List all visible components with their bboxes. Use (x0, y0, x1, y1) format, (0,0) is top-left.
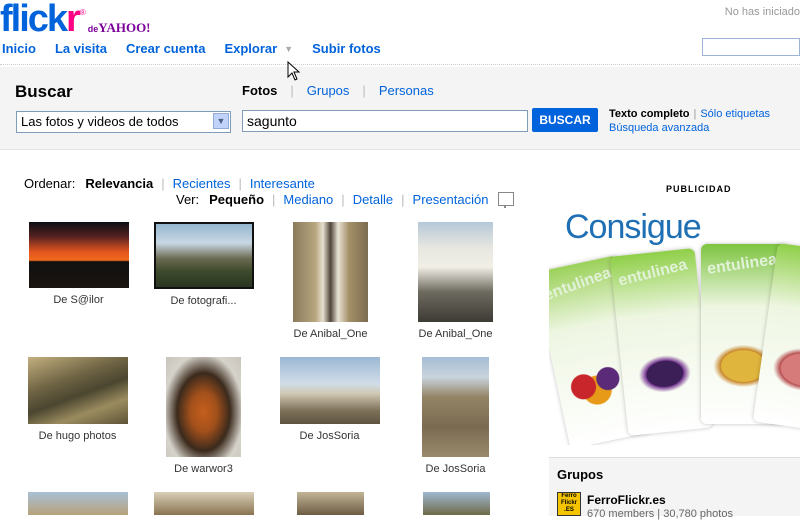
package-brand: entulinea (706, 251, 779, 278)
logo-registered: ® (79, 8, 86, 17)
photo-result: De hugo photos (15, 357, 140, 442)
photo-owner[interactable]: De S@ilor (16, 294, 141, 306)
groups-panel: Grupos Ferro Flickr .ES FerroFlickr.es 6… (549, 457, 800, 520)
view-label: Ver: (176, 192, 200, 207)
tab-fotos[interactable]: Fotos (242, 83, 277, 98)
tab-separator: | (290, 83, 294, 98)
main-nav: Inicio La visita Crear cuenta Explorar ▼… (2, 41, 400, 59)
tab-separator: | (362, 83, 366, 98)
groups-heading: Grupos (557, 467, 604, 482)
photo-result: De JosSoria (393, 357, 518, 475)
ad-banner[interactable]: Consigue entulinea entulinea entulinea c… (549, 200, 800, 445)
mode-full-text[interactable]: Texto completo (609, 108, 689, 120)
group-name-link[interactable]: FerroFlickr.es (587, 493, 666, 507)
search-scope-select[interactable]: Las fotos y videos de todos ▼ (16, 111, 231, 133)
nav-inicio[interactable]: Inicio (2, 41, 36, 59)
tab-grupos[interactable]: Grupos (307, 83, 350, 98)
package-brand: entulinea (616, 256, 689, 290)
photo-thumbnail[interactable] (418, 222, 493, 322)
header-search-input[interactable] (702, 38, 800, 56)
photo-result: De fotografi... (141, 222, 266, 307)
photo-thumbnail[interactable] (297, 492, 364, 515)
package-food-image (619, 339, 711, 409)
nav-explorar[interactable]: Explorar (224, 41, 277, 59)
photo-thumbnail[interactable] (423, 492, 490, 515)
nav-divider (0, 64, 800, 65)
package-brand: entulinea (549, 264, 614, 305)
mouse-cursor-icon (287, 61, 301, 81)
sort-relevancia[interactable]: Relevancia (85, 176, 153, 191)
view-detalle[interactable]: Detalle (353, 192, 393, 207)
view-mediano[interactable]: Mediano (283, 192, 333, 207)
sort-row: Ordenar: Relevancia | Recientes | Intere… (24, 176, 315, 191)
sort-separator: | (161, 176, 165, 191)
photo-result: De Anibal_One (268, 222, 393, 340)
sort-interesante[interactable]: Interesante (250, 176, 315, 191)
photo-thumbnail[interactable] (279, 357, 380, 424)
photo-owner[interactable]: De Anibal_One (393, 328, 518, 340)
mode-separator: | (693, 108, 697, 120)
logo-de: de (87, 24, 99, 34)
photo-owner[interactable]: De Anibal_One (268, 328, 393, 340)
nav-crear-cuenta[interactable]: Crear cuenta (126, 41, 205, 59)
signin-status: No has iniciado (724, 6, 800, 18)
mode-tags-only[interactable]: Sólo etiquetas (700, 108, 770, 120)
view-separator: | (341, 192, 345, 207)
photo-thumbnail[interactable] (422, 357, 489, 457)
photo-thumbnail[interactable] (28, 222, 129, 288)
photo-result: De Anibal_One (393, 222, 518, 340)
tab-personas[interactable]: Personas (379, 83, 434, 98)
chevron-down-icon[interactable]: ▼ (284, 44, 293, 59)
logo-flick: flick (0, 0, 68, 40)
dropdown-arrow-icon[interactable]: ▼ (213, 113, 229, 129)
photo-result: De JosSoria (267, 357, 392, 442)
photo-thumbnail[interactable] (27, 357, 128, 424)
search-input[interactable]: sagunto (242, 110, 528, 132)
view-presentacion[interactable]: Presentación (413, 192, 489, 207)
search-modes: Texto completo | Sólo etiquetas Búsqueda a… (609, 107, 770, 135)
photo-thumbnail[interactable] (293, 222, 368, 322)
group-stats: 670 members | 30,780 photos (587, 508, 733, 520)
ad-headline: Consigue (565, 208, 702, 246)
photo-thumbnail[interactable] (166, 357, 241, 457)
search-button[interactable]: BUSCAR (532, 108, 598, 132)
ad-product-package: entulinea (609, 248, 714, 436)
view-separator: | (401, 192, 405, 207)
logo-r: r (66, 0, 81, 40)
photo-thumbnail[interactable] (153, 222, 254, 289)
search-title: Buscar (15, 82, 73, 101)
search-query-text: sagunto (247, 113, 297, 129)
view-separator: | (272, 192, 276, 207)
sort-recientes[interactable]: Recientes (173, 176, 231, 191)
photo-result: De S@ilor (16, 222, 141, 306)
sort-separator: | (238, 176, 242, 191)
advanced-search-link[interactable]: Búsqueda avanzada (609, 122, 709, 134)
nav-la-visita[interactable]: La visita (55, 41, 107, 59)
search-type-tabs: Fotos | Grupos | Personas (242, 83, 434, 98)
photo-owner[interactable]: De JosSoria (267, 430, 392, 442)
search-scope-value: Las fotos y videos de todos (21, 114, 179, 129)
photo-owner[interactable]: De JosSoria (393, 463, 518, 475)
flickr-logo[interactable]: flick r ® de YAHOO! (0, 0, 151, 40)
photo-owner[interactable]: De hugo photos (15, 430, 140, 442)
advertising-label: PUBLICIDAD (666, 184, 732, 194)
yahoo-logo: YAHOO! (98, 20, 151, 35)
slideshow-icon[interactable] (498, 191, 515, 208)
view-row: Ver: Pequeño | Mediano | Detalle | Prese… (176, 191, 515, 208)
photo-owner[interactable]: De fotografi... (141, 295, 266, 307)
view-pequeno[interactable]: Pequeño (209, 192, 264, 207)
group-icon[interactable]: Ferro Flickr .ES (557, 492, 581, 516)
photo-owner[interactable]: De warwor3 (141, 463, 266, 475)
photo-thumbnail[interactable] (154, 492, 254, 515)
sort-label: Ordenar: (24, 176, 76, 191)
photo-result: De warwor3 (141, 357, 266, 475)
package-food-image (756, 334, 800, 406)
photo-thumbnail[interactable] (28, 492, 128, 515)
nav-subir-fotos[interactable]: Subir fotos (312, 41, 381, 59)
